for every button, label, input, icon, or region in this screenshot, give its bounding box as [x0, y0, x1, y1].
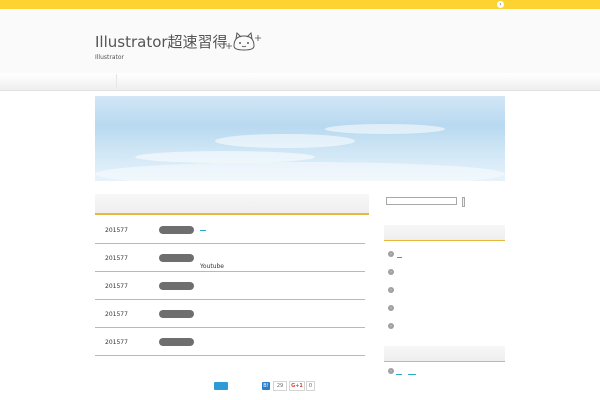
hatena-count: 29: [273, 381, 287, 391]
post-link[interactable]: [200, 230, 206, 231]
sidebar-link[interactable]: [397, 257, 402, 258]
cloud-shape: [325, 124, 445, 134]
sidebar-link[interactable]: [408, 374, 416, 375]
site-subtitle: Illustrator: [95, 54, 125, 61]
category-badge[interactable]: [159, 282, 194, 290]
arrow-bullet-icon: ›: [388, 305, 394, 311]
cloud-shape: [215, 134, 355, 148]
cat-face-logo-icon: [226, 31, 261, 51]
twitter-share-button[interactable]: [214, 382, 228, 390]
list-item[interactable]: 201577: [95, 300, 365, 328]
cloud-shape: [95, 162, 505, 181]
sidebar-heading: [384, 225, 505, 241]
arrow-bullet-icon: ›: [388, 269, 394, 275]
list-item[interactable]: 201577: [95, 328, 365, 356]
post-date: 201577: [105, 283, 128, 290]
arrow-bullet-icon: ›: [388, 368, 394, 374]
header-image: [95, 96, 505, 181]
post-title[interactable]: Youtube: [200, 263, 224, 270]
sidebar-link[interactable]: [396, 374, 402, 375]
category-badge[interactable]: [159, 226, 194, 234]
arrow-bullet-icon: ›: [388, 323, 394, 329]
post-date: 201577: [105, 255, 128, 262]
site-title[interactable]: Illustrator超速習得: [95, 31, 228, 52]
hatena-bookmark-button[interactable]: B!: [262, 382, 270, 390]
main-section-heading: [95, 194, 369, 215]
post-date: 201577: [105, 339, 128, 346]
list-item[interactable]: 201577 Youtube: [95, 244, 365, 272]
google-plus-button[interactable]: G+1: [289, 381, 305, 391]
post-list: 201577 201577 Youtube 201577 201577 2015…: [95, 216, 365, 356]
category-badge[interactable]: [159, 310, 194, 318]
search-input[interactable]: [386, 197, 457, 205]
search-button[interactable]: [462, 197, 465, 207]
post-date: 201577: [105, 311, 128, 318]
arrow-bullet-icon: ›: [388, 251, 394, 257]
category-badge[interactable]: [159, 254, 194, 262]
category-badge[interactable]: [159, 338, 194, 346]
site-header: [0, 9, 600, 73]
global-nav: [0, 73, 600, 91]
top-bar: ›: [0, 0, 600, 9]
google-plus-count: 0: [306, 381, 315, 391]
sidebar-heading: [384, 346, 505, 362]
chevron-right-icon[interactable]: ›: [497, 1, 504, 8]
arrow-bullet-icon: ›: [388, 287, 394, 293]
list-item[interactable]: 201577: [95, 272, 365, 300]
list-item[interactable]: 201577: [95, 216, 365, 244]
nav-divider: [116, 74, 117, 88]
post-date: 201577: [105, 227, 128, 234]
